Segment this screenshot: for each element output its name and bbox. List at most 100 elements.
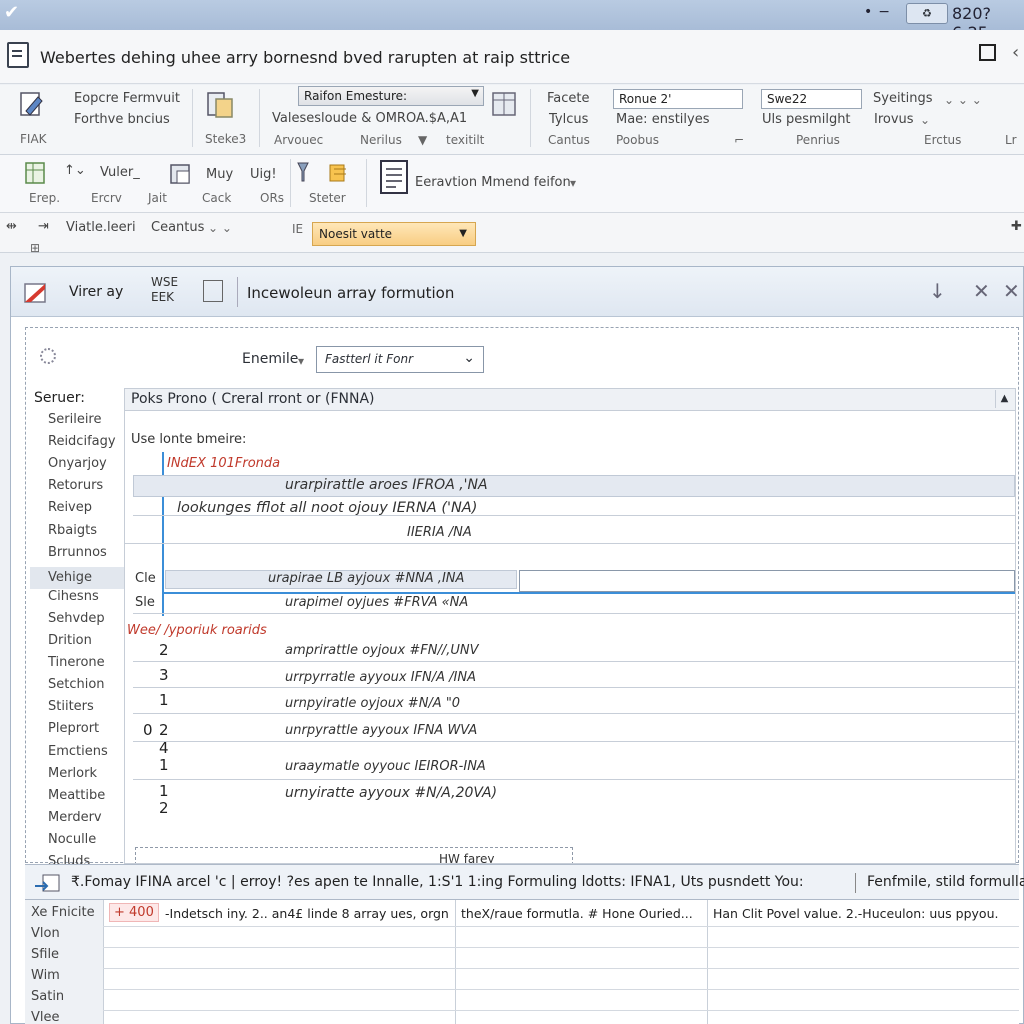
grid-row-label[interactable]: Satin — [31, 989, 64, 1004]
ribbon2-jait[interactable]: Jait — [148, 191, 167, 205]
copy-icon[interactable] — [203, 280, 223, 302]
sidebar-item[interactable]: Sehvdep — [48, 611, 105, 626]
sidebar-item[interactable]: Setchion — [48, 677, 105, 692]
ribbon-item-texitilt[interactable]: texitilt — [446, 133, 484, 147]
move-icon[interactable]: ⇹ — [6, 219, 17, 234]
ribbon2-uig[interactable]: Uig! — [250, 167, 277, 182]
sidebar-item[interactable]: Stiiters — [48, 699, 94, 714]
sidebar-item[interactable]: Emctiens — [48, 744, 108, 759]
chevron-down-icon[interactable]: ▼ — [418, 133, 427, 147]
ribbon-item-arvouec[interactable]: Arvouec — [274, 133, 323, 147]
sidebar-item[interactable]: Serileire — [48, 412, 102, 427]
row-number: 2 — [159, 641, 169, 659]
ribbon2-ercrv[interactable]: Ercrv — [91, 191, 122, 205]
grid-row-label[interactable]: Vlon — [31, 926, 60, 941]
sidebar-item[interactable]: Drition — [48, 633, 92, 648]
ribbon3-viatle[interactable]: Viatle.leeri — [66, 220, 136, 235]
ie-icon[interactable]: IE — [292, 222, 303, 236]
sidebar-item[interactable]: Pleprort — [48, 721, 99, 736]
preview-box[interactable] — [135, 847, 573, 863]
sidebar-item[interactable]: Tinerone — [48, 655, 105, 670]
style-field[interactable]: Swe22 — [761, 89, 862, 109]
chevron-down-icon[interactable]: ⌄ — [920, 113, 930, 127]
sidebar-item[interactable]: Merlork — [48, 766, 97, 781]
dialog-left-label[interactable]: Virer ay — [69, 284, 123, 300]
chevron-down-icon[interactable]: ⌄ ⌄ — [208, 221, 232, 235]
ribbon2-ors[interactable]: ORs — [260, 191, 284, 205]
sidebar-item[interactable]: Rbaigts — [48, 523, 97, 538]
evaluation-menu[interactable]: Eeravtion Mmend feifon — [415, 175, 571, 190]
sidebar-item[interactable]: Vehige — [30, 566, 126, 589]
collapse-icon[interactable]: ⊞ — [30, 241, 40, 255]
grid-row-label[interactable]: Sfile — [31, 947, 59, 962]
chevron-down-icon[interactable]: ⌄ ⌄ ⌄ — [944, 93, 982, 107]
grid-row-label[interactable]: Xe Fnicite — [31, 905, 95, 920]
ribbon-item-pesmilght[interactable]: Uls pesmilght — [762, 112, 851, 127]
arrow-down-icon[interactable]: ↓ — [929, 279, 946, 303]
paste-icon[interactable] — [206, 89, 234, 119]
table-icon[interactable] — [490, 89, 518, 119]
tray-recycle-icon[interactable]: ♻ — [906, 3, 948, 24]
tray-dots-icon[interactable]: •− — [864, 4, 896, 20]
close-icon[interactable]: ✕ — [1003, 279, 1020, 303]
ribbon-item-nerilus[interactable]: Nerilus — [360, 133, 402, 147]
close-icon[interactable]: ✕ — [973, 279, 990, 303]
sidebar-item[interactable]: Reidcifagy — [48, 434, 116, 449]
grid-cell[interactable]: Han Clit Povel value. 2.-Huceulon: uus p… — [713, 906, 998, 921]
ribbon-item-functions[interactable]: Forthve bncius — [74, 112, 170, 127]
ribbon3-ceantus[interactable]: Ceantus — [151, 220, 204, 235]
grid-cell[interactable]: -Indetsch iny. 2.. an4£ linde 8 array ue… — [165, 906, 449, 921]
sidebar-item[interactable]: Merderv — [48, 810, 102, 825]
insert-function-icon[interactable] — [33, 872, 63, 894]
ribbon-item-formvuit[interactable]: Eopcre Fermvuit — [74, 91, 180, 106]
sort-icon[interactable]: ↑⌄ — [64, 163, 86, 178]
chevron-down-icon[interactable]: ▾ — [570, 176, 576, 190]
grid-row-label[interactable]: Wim — [31, 968, 60, 983]
ribbon-separator — [259, 89, 260, 147]
formula-list[interactable]: Poks Prono ( Creral rront or (FNNA) ▲ Us… — [124, 388, 1016, 864]
row-divider — [133, 687, 1015, 688]
style-combo[interactable]: Raifon Emesture: ▼ — [298, 86, 484, 106]
category-sidebar: Seruer: Serileire Reidcifagy Onyarjoy Retor… — [26, 388, 138, 869]
filter-icon[interactable] — [296, 159, 324, 189]
expand-icon[interactable]: ✚ — [1011, 219, 1022, 234]
insert-icon[interactable]: ⇥ — [38, 219, 49, 234]
ribbon2-muy[interactable]: Muy — [206, 167, 233, 182]
dialog-launcher-icon[interactable]: ⌐ — [734, 133, 744, 147]
ribbon2-cack[interactable]: Cack — [202, 191, 231, 205]
evaluate-formula-icon[interactable] — [378, 159, 412, 197]
ribbon-item-enstilyes[interactable]: Mae: enstilyes — [616, 112, 710, 127]
ribbon2-erep[interactable]: Erep. — [29, 191, 60, 205]
ribbon-item-irovus[interactable]: Irovus — [874, 112, 914, 127]
sidebar-item[interactable]: Meattibe — [48, 788, 105, 803]
sidebar-item[interactable]: Noculle — [48, 832, 96, 847]
data-grid[interactable]: Xe Fnicite Vlon Sfile Wim Satin Vlee + 400 -I… — [25, 900, 1019, 1024]
format-painter-icon[interactable] — [18, 91, 46, 121]
ribbon-item-settings[interactable]: Syeitings — [873, 91, 933, 106]
maximize-button[interactable] — [979, 44, 996, 61]
sidebar-item[interactable]: Brrunnos — [48, 545, 107, 560]
ribbon-item-facete[interactable]: Facete — [547, 91, 590, 106]
sidebar-item[interactable]: Retorurs — [48, 478, 103, 493]
calculator-icon[interactable] — [168, 161, 196, 191]
dialog-mode-label[interactable]: WSE EEK — [151, 275, 178, 305]
grid-row-label[interactable]: Vlee — [31, 1010, 60, 1024]
scroll-up-icon[interactable]: ▲ — [995, 390, 1013, 408]
sidebar-item[interactable]: Reivep — [48, 500, 92, 515]
font-size-field[interactable]: Ronue 2' — [613, 89, 743, 109]
style-combo-value: Raifon Emesture: — [304, 89, 408, 103]
spreadsheet-icon[interactable] — [24, 159, 52, 189]
result-field[interactable] — [519, 570, 1015, 592]
highlight-icon[interactable] — [326, 159, 354, 189]
gear-icon[interactable] — [40, 348, 56, 364]
ensemble-select[interactable]: Fastterl it Fonr ⌄ — [316, 346, 484, 373]
insert-value-dropdown[interactable]: Noesit vatte ▼ — [312, 222, 476, 246]
formula-bar[interactable]: ₹.Fomay IFINA arcel 'c | erroy! ?es apen… — [25, 864, 1024, 900]
sidebar-item[interactable]: Onyarjoy — [48, 456, 107, 471]
grid-cell[interactable]: theX/raue formutla. # Hone Ouried... — [461, 906, 693, 921]
ribbon2-steter[interactable]: Steter — [309, 191, 346, 205]
list-row-highlight[interactable] — [133, 475, 1015, 497]
ribbon-item-tylcus[interactable]: Tylcus — [549, 112, 588, 127]
sidebar-item[interactable]: Cihesns — [48, 589, 99, 604]
ribbon2-vuler[interactable]: Vuler_ — [100, 165, 140, 180]
